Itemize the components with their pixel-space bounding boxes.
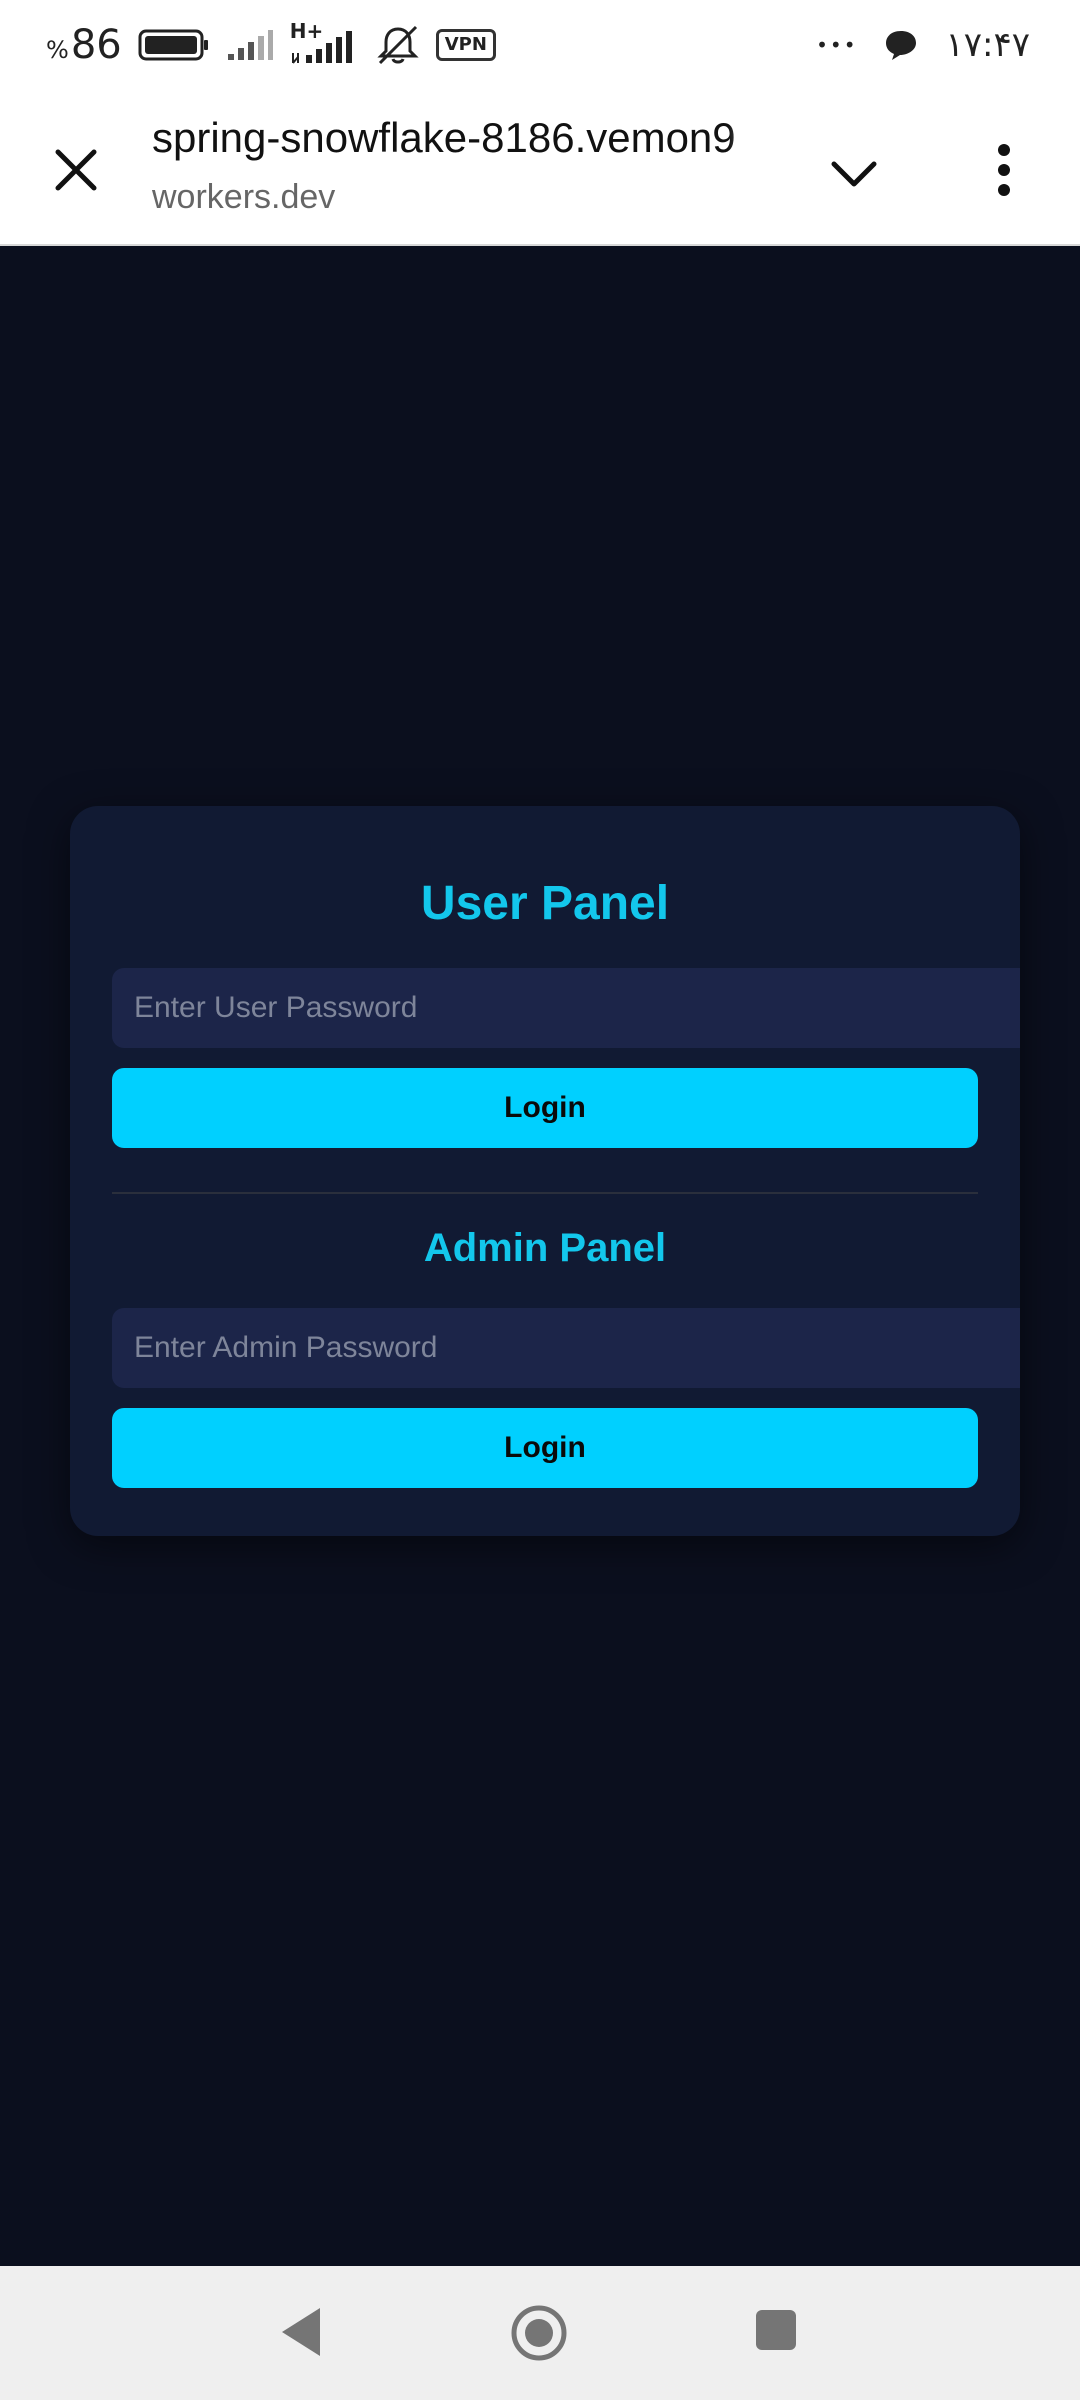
page-content: User Panel Login Admin Panel Login [0, 246, 1080, 2266]
browser-toolbar: spring-snowflake-8186.vemon9 workers.dev [0, 90, 1080, 246]
battery-percent: % 86 [46, 22, 122, 68]
more-vert-icon[interactable] [980, 142, 1028, 198]
chevron-down-icon[interactable] [826, 146, 882, 202]
signal-strong-icon [291, 31, 352, 64]
nav-recents-icon[interactable] [754, 2308, 798, 2352]
muted-bell-icon [377, 25, 419, 65]
admin-password-input[interactable] [112, 1308, 1020, 1388]
close-icon[interactable] [48, 142, 104, 198]
battery-icon [138, 29, 208, 61]
vpn-badge: VPN [435, 29, 496, 61]
user-panel-title: User Panel [420, 877, 670, 930]
nav-back-icon[interactable] [276, 2304, 326, 2360]
admin-login-button[interactable]: Login [112, 1408, 978, 1488]
clock: ۱۷:۴۷ [945, 25, 1030, 65]
nav-home-icon[interactable] [510, 2304, 568, 2362]
panel-divider [112, 1192, 978, 1194]
chat-bubble-icon [886, 31, 917, 60]
page-domain[interactable]: workers.dev [152, 178, 335, 217]
battery-percent-value: 86 [70, 22, 122, 68]
user-login-button[interactable]: Login [112, 1068, 978, 1148]
status-bar-left: % 86 H+ VPN [46, 19, 496, 68]
signal-icon [227, 30, 273, 60]
system-nav-bar [0, 2266, 1080, 2400]
admin-panel-title: Admin Panel [423, 1226, 667, 1270]
more-notifications-icon: ••• [816, 33, 858, 57]
status-bar-right: ••• ۱۷:۴۷ [816, 25, 1030, 65]
status-bar: % 86 H+ VPN ••• ۱۷:۴۷ [0, 0, 1080, 90]
network-signal: H+ [290, 19, 360, 65]
page-title[interactable]: spring-snowflake-8186.vemon9 [152, 114, 778, 170]
battery-percent-sign: % [46, 36, 69, 64]
user-password-input[interactable] [112, 968, 1020, 1048]
login-card: User Panel Login Admin Panel Login [70, 806, 1020, 1536]
